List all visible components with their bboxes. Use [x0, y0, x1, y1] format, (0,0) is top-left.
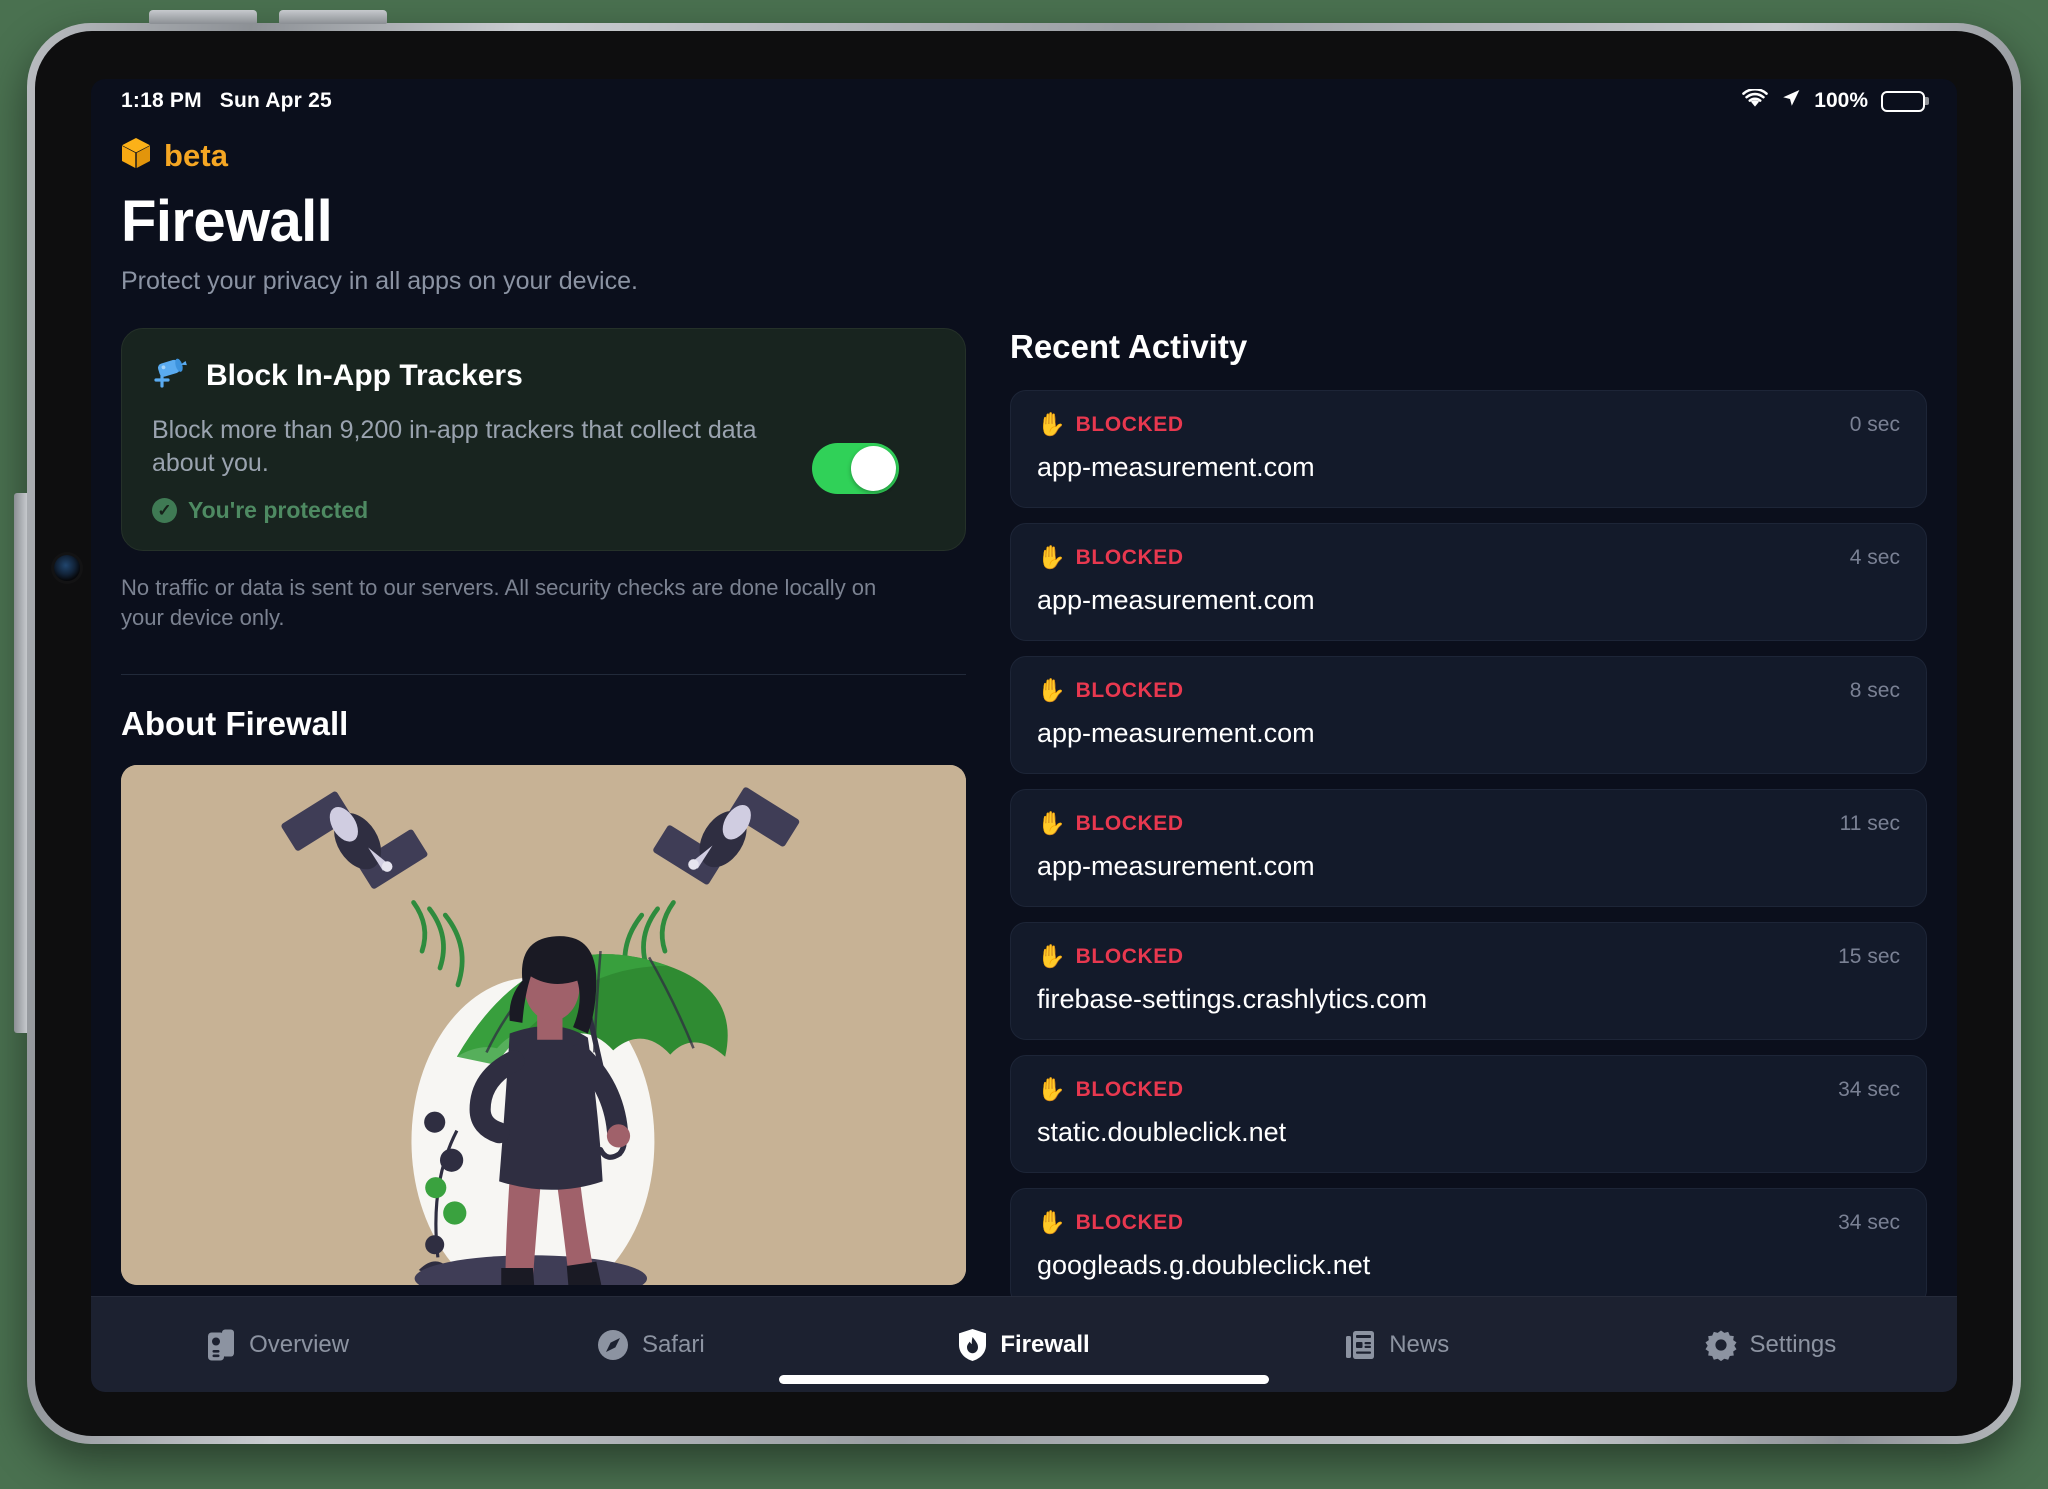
activity-timestamp: 11 sec	[1839, 811, 1900, 835]
privacy-disclaimer: No traffic or data is sent to our server…	[121, 574, 877, 631]
tracker-card-body: Block more than 9,200 in-app trackers th…	[152, 414, 935, 524]
section-divider	[121, 673, 966, 676]
left-column: Block In-App Trackers Block more than 9,…	[121, 327, 966, 1296]
package-cube-icon	[121, 137, 151, 174]
status-badge: BLOCKED	[1075, 1077, 1184, 1101]
activity-item[interactable]: ✋ BLOCKED 8 sec app-measurement.com	[1010, 655, 1927, 774]
activity-domain: googleads.g.doubleclick.net	[1037, 1249, 1371, 1280]
activity-domain: app-measurement.com	[1037, 584, 1315, 615]
raised-hand-icon: ✋	[1037, 1209, 1066, 1236]
tab-label: Firewall	[1000, 1330, 1090, 1358]
toggle-knob	[851, 446, 896, 492]
status-badge: BLOCKED	[1075, 678, 1184, 702]
protected-status-label: You're protected	[188, 496, 369, 523]
activity-item[interactable]: ✋ BLOCKED 11 sec app-measurement.com	[1010, 788, 1927, 907]
status-badge: BLOCKED	[1075, 545, 1184, 569]
tracker-card-title: Block In-App Trackers	[206, 359, 523, 393]
status-badge: BLOCKED	[1075, 412, 1184, 436]
status-badge: BLOCKED	[1075, 1210, 1184, 1234]
wifi-icon	[1742, 87, 1769, 114]
volume-up-button[interactable]	[149, 10, 257, 24]
tracker-card-header: Block In-App Trackers	[152, 357, 935, 396]
status-bar-time: 1:18 PM	[121, 89, 202, 112]
activity-item[interactable]: ✋ BLOCKED 34 sec static.doubleclick.net	[1010, 1054, 1927, 1173]
news-paper-icon	[1345, 1329, 1376, 1361]
safari-compass-icon	[597, 1329, 629, 1361]
screenshot-scene: 1:18 PM Sun Apr 25 100% beta Firewall Pr…	[0, 0, 2048, 1489]
activity-timestamp: 4 sec	[1849, 545, 1900, 569]
power-side-button[interactable]	[14, 493, 27, 1033]
raised-hand-icon: ✋	[1037, 544, 1066, 571]
tab-label: Safari	[641, 1330, 705, 1358]
status-badge: BLOCKED	[1075, 811, 1184, 835]
activity-item[interactable]: ✋ BLOCKED 4 sec app-measurement.com	[1010, 522, 1927, 641]
status-bar-date: Sun Apr 25	[219, 89, 332, 112]
raised-hand-icon: ✋	[1037, 943, 1066, 970]
front-camera-icon	[54, 555, 80, 581]
activity-timestamp: 15 sec	[1838, 944, 1900, 968]
recent-activity-list[interactable]: ✋ BLOCKED 0 sec app-measurement.com ✋ BL…	[1010, 389, 1927, 1296]
content-columns: Block In-App Trackers Block more than 9,…	[121, 327, 1927, 1296]
app-screen: 1:18 PM Sun Apr 25 100% beta Firewall Pr…	[91, 79, 1957, 1392]
raised-hand-icon: ✋	[1037, 677, 1066, 704]
tab-label: Settings	[1749, 1330, 1837, 1358]
activity-item[interactable]: ✋ BLOCKED 0 sec app-measurement.com	[1010, 389, 1927, 508]
tab-label: Overview	[249, 1330, 350, 1358]
location-arrow-icon	[1781, 88, 1801, 114]
volume-down-button[interactable]	[279, 10, 387, 24]
activity-domain: app-measurement.com	[1037, 717, 1315, 748]
page-title: Firewall	[121, 189, 333, 254]
overview-device-icon	[206, 1328, 236, 1362]
right-column: Recent Activity ✋ BLOCKED 0 sec app-meas…	[1010, 328, 1927, 1296]
tab-overview[interactable]: Overview	[91, 1297, 464, 1392]
device-bezel: 1:18 PM Sun Apr 25 100% beta Firewall Pr…	[35, 31, 2013, 1436]
status-bar-left: 1:18 PM Sun Apr 25	[121, 89, 332, 113]
recent-activity-title: Recent Activity	[1010, 327, 1248, 365]
tab-settings[interactable]: Settings	[1584, 1297, 1957, 1392]
activity-domain: firebase-settings.crashlytics.com	[1037, 983, 1428, 1014]
tracker-card-description: Block more than 9,200 in-app trackers th…	[152, 415, 757, 478]
activity-domain: app-measurement.com	[1037, 850, 1315, 881]
ipad-device-frame: 1:18 PM Sun Apr 25 100% beta Firewall Pr…	[14, 10, 2021, 1444]
activity-domain: app-measurement.com	[1037, 451, 1315, 482]
activity-timestamp: 34 sec	[1838, 1210, 1900, 1234]
activity-item[interactable]: ✋ BLOCKED 34 sec googleads.g.doubleclick…	[1010, 1187, 1927, 1296]
protected-status: ✓ You're protected	[152, 497, 792, 524]
block-trackers-card[interactable]: Block In-App Trackers Block more than 9,…	[121, 327, 966, 551]
firewall-shield-flame-icon	[958, 1328, 987, 1362]
page-subtitle: Protect your privacy in all apps on your…	[121, 266, 638, 295]
block-trackers-toggle[interactable]	[812, 443, 899, 495]
check-circle-icon: ✓	[152, 497, 177, 523]
battery-full-icon	[1881, 90, 1929, 112]
tab-label: News	[1389, 1330, 1450, 1358]
battery-percent-label: 100%	[1814, 89, 1868, 112]
home-indicator[interactable]	[779, 1375, 1269, 1384]
activity-timestamp: 8 sec	[1849, 678, 1900, 702]
status-bar: 1:18 PM Sun Apr 25 100%	[91, 79, 1957, 123]
activity-domain: static.doubleclick.net	[1037, 1116, 1287, 1147]
activity-item[interactable]: ✋ BLOCKED 15 sec firebase-settings.crash…	[1010, 921, 1927, 1040]
tab-bar: Overview Safari Firewall News Settings	[91, 1296, 1957, 1392]
status-badge: BLOCKED	[1075, 944, 1184, 968]
status-bar-right: 100%	[1742, 87, 1929, 114]
tracker-card-text-block: Block more than 9,200 in-app trackers th…	[152, 414, 792, 524]
activity-timestamp: 34 sec	[1838, 1077, 1900, 1101]
security-camera-icon	[152, 357, 190, 396]
raised-hand-icon: ✋	[1037, 411, 1066, 438]
raised-hand-icon: ✋	[1037, 810, 1066, 837]
activity-timestamp: 0 sec	[1849, 412, 1900, 436]
about-firewall-title: About Firewall	[121, 705, 349, 743]
beta-label: beta	[164, 137, 229, 173]
beta-badge: beta	[121, 137, 1927, 174]
raised-hand-icon: ✋	[1037, 1076, 1066, 1103]
main-content: beta Firewall Protect your privacy in al…	[91, 123, 1957, 1296]
settings-gear-icon	[1705, 1329, 1737, 1361]
woman-with-umbrella-blocking-satellites-illustration	[121, 765, 966, 1286]
